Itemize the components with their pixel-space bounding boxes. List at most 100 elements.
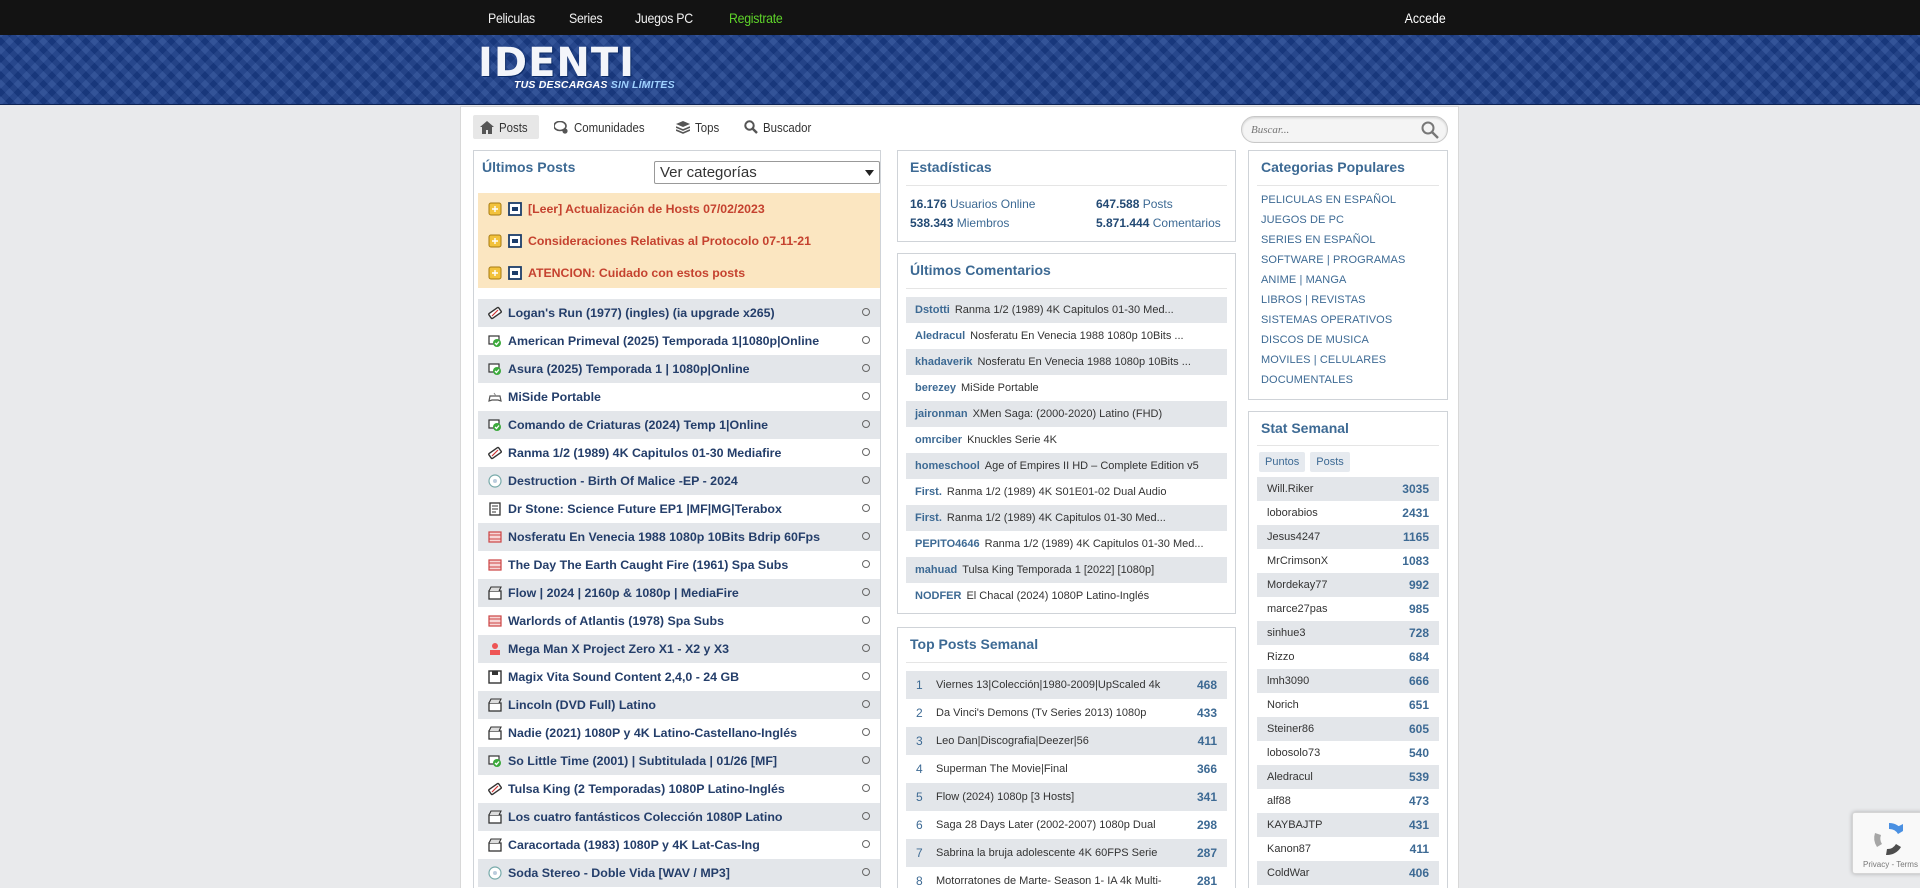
tab-posts-weekly[interactable]: Posts bbox=[1310, 452, 1350, 472]
comment-user[interactable]: berezey bbox=[915, 382, 956, 394]
top-post-row[interactable]: 6 Saga 28 Days Later (2002-2007) 1080p Du… bbox=[906, 811, 1227, 839]
weekly-user[interactable]: MrCrimsonX bbox=[1267, 555, 1328, 567]
post-row[interactable]: Los cuatro fantásticos Colección 1080P L… bbox=[478, 803, 880, 831]
weekly-user[interactable]: Jesus4247 bbox=[1267, 531, 1320, 543]
weekly-user[interactable]: Rizzo bbox=[1267, 651, 1295, 663]
weekly-user-row[interactable]: Aledracul 539 bbox=[1257, 765, 1439, 789]
comment-post[interactable]: Ranma 1/2 (1989) 4K Capitulos 01-30 Med.… bbox=[947, 512, 1166, 524]
weekly-user[interactable]: Norich bbox=[1267, 699, 1299, 711]
comment-user[interactable]: First. bbox=[915, 486, 942, 498]
weekly-user[interactable]: KAYBAJTP bbox=[1267, 819, 1322, 831]
post-title[interactable]: Comando de Criaturas (2024) Temp 1|Onlin… bbox=[508, 418, 848, 432]
comment-post[interactable]: Nosferatu En Venecia 1988 1080p 10Bits .… bbox=[970, 330, 1183, 342]
top-post-title[interactable]: Superman The Movie|Final Cut|1080p|Latin… bbox=[936, 762, 1164, 777]
weekly-user-row[interactable]: marce27pas 985 bbox=[1257, 597, 1439, 621]
top-post-title[interactable]: Saga 28 Days Later (2002-2007) 1080p Dua… bbox=[936, 818, 1164, 833]
sticky-post[interactable]: ATENCION: Cuidado con estos posts bbox=[478, 257, 880, 289]
weekly-user-row[interactable]: alf88 473 bbox=[1257, 789, 1439, 813]
post-row[interactable]: The Day The Earth Caught Fire (1961) Spa… bbox=[478, 551, 880, 579]
post-title[interactable]: Nosferatu En Venecia 1988 1080p 10Bits B… bbox=[508, 530, 848, 544]
post-title[interactable]: Asura (2025) Temporada 1 | 1080p|Online bbox=[508, 362, 848, 376]
top-post-row[interactable]: 2 Da Vinci's Demons (Tv Series 2013) 1080… bbox=[906, 699, 1227, 727]
post-title[interactable]: Warlords of Atlantis (1978) Spa Subs bbox=[508, 614, 848, 628]
comment-row[interactable]: PEPITO4646 Ranma 1/2 (1989) 4K Capitulos … bbox=[906, 531, 1227, 557]
comment-user[interactable]: PEPITO4646 bbox=[915, 538, 980, 550]
comment-post[interactable]: Tulsa King Temporada 1 [2022] [1080p] bbox=[962, 564, 1154, 576]
post-row[interactable]: Flow | 2024 | 2160p & 1080p | MediaFire bbox=[478, 579, 880, 607]
top-post-title[interactable]: Flow (2024) 1080p [3 Hosts] bbox=[936, 790, 1164, 805]
weekly-user[interactable]: ColdWar bbox=[1267, 867, 1309, 879]
category-link[interactable]: PELICULAS EN ESPAÑOL bbox=[1261, 194, 1405, 214]
nav-register[interactable]: Registrate bbox=[729, 10, 783, 26]
weekly-user[interactable]: Kanon87 bbox=[1267, 843, 1311, 855]
comment-row[interactable]: NODFER El Chacal (2024) 1080P Latino-Ingl… bbox=[906, 583, 1227, 609]
weekly-user-row[interactable]: ColdWar 406 bbox=[1257, 861, 1439, 885]
comment-post[interactable]: El Chacal (2024) 1080P Latino-Inglés bbox=[966, 590, 1149, 602]
recaptcha-links[interactable]: Privacy - Terms bbox=[1863, 860, 1918, 869]
post-title[interactable]: Destruction - Birth Of Malice -EP - 2024 bbox=[508, 474, 848, 488]
comment-row[interactable]: First. Ranma 1/2 (1989) 4K S01E01-02 Dual… bbox=[906, 479, 1227, 505]
comment-post[interactable]: MiSide Portable bbox=[961, 382, 1039, 394]
top-post-row[interactable]: 5 Flow (2024) 1080p [3 Hosts] 341 bbox=[906, 783, 1227, 811]
weekly-user[interactable]: lobosolo73 bbox=[1267, 747, 1320, 759]
comment-user[interactable]: khadaverik bbox=[915, 356, 972, 368]
post-title[interactable]: MiSide Portable bbox=[508, 390, 848, 404]
nav-peliculas[interactable]: Peliculas bbox=[488, 10, 535, 26]
weekly-user-row[interactable]: sinhue3 728 bbox=[1257, 621, 1439, 645]
comment-user[interactable]: Dstotti bbox=[915, 304, 950, 316]
comment-row[interactable]: Dstotti Ranma 1/2 (1989) 4K Capitulos 01-… bbox=[906, 297, 1227, 323]
weekly-user[interactable]: lmh3090 bbox=[1267, 675, 1309, 687]
post-row[interactable]: American Primeval (2025) Temporada 1|108… bbox=[478, 327, 880, 355]
weekly-user[interactable]: alf88 bbox=[1267, 795, 1291, 807]
weekly-user-row[interactable]: lobosolo73 540 bbox=[1257, 741, 1439, 765]
weekly-user[interactable]: marce27pas bbox=[1267, 603, 1328, 615]
post-row[interactable]: Lincoln (DVD Full) Latino bbox=[478, 691, 880, 719]
post-row[interactable]: Caracortada (1983) 1080P y 4K Lat-Cas-In… bbox=[478, 831, 880, 859]
search-input[interactable] bbox=[1251, 117, 1421, 142]
post-title[interactable]: Lincoln (DVD Full) Latino bbox=[508, 698, 848, 712]
post-row[interactable]: Nadie (2021) 1080P y 4K Latino-Castellan… bbox=[478, 719, 880, 747]
post-title[interactable]: Flow | 2024 | 2160p & 1080p | MediaFire bbox=[508, 586, 848, 600]
top-post-row[interactable]: 3 Leo Dan|Discografia|Deezer|56 Albumes|F… bbox=[906, 727, 1227, 755]
top-post-title[interactable]: Viernes 13|Colección|1980-2009|UpScaled … bbox=[936, 678, 1164, 693]
post-title[interactable]: American Primeval (2025) Temporada 1|108… bbox=[508, 334, 848, 348]
post-title[interactable]: Mega Man X Project Zero X1 - X2 y X3 bbox=[508, 642, 848, 656]
comment-post[interactable]: Knuckles Serie 4K bbox=[967, 434, 1057, 446]
tab-comunidades[interactable]: Comunidades bbox=[547, 115, 661, 139]
nav-series[interactable]: Series bbox=[569, 10, 603, 26]
category-link[interactable]: LIBROS | REVISTAS bbox=[1261, 294, 1405, 314]
post-row[interactable]: So Little Time (2001) | Subtitulada | 01… bbox=[478, 747, 880, 775]
category-select[interactable]: Ver categorías bbox=[654, 161, 880, 184]
top-post-title[interactable]: Da Vinci's Demons (Tv Series 2013) 1080p… bbox=[936, 706, 1164, 721]
nav-juegos-pc[interactable]: Juegos PC bbox=[635, 10, 693, 26]
comment-post[interactable]: XMen Saga: (2000-2020) Latino (FHD) bbox=[973, 408, 1163, 420]
recaptcha-badge[interactable]: Privacy - Terms bbox=[1852, 812, 1920, 874]
top-post-title[interactable]: Leo Dan|Discografia|Deezer|56 Albumes|FL… bbox=[936, 734, 1164, 749]
category-link[interactable]: DOCUMENTALES bbox=[1261, 374, 1405, 394]
category-link[interactable]: JUEGOS DE PC bbox=[1261, 214, 1405, 234]
category-link[interactable]: SOFTWARE | PROGRAMAS bbox=[1261, 254, 1405, 274]
comment-post[interactable]: Ranma 1/2 (1989) 4K Capitulos 01-30 Med.… bbox=[985, 538, 1204, 550]
sticky-title[interactable]: Consideraciones Relativas al Protocolo 0… bbox=[528, 234, 811, 248]
sticky-post[interactable]: Consideraciones Relativas al Protocolo 0… bbox=[478, 225, 880, 257]
post-row[interactable]: Soda Stereo - Doble Vida [WAV / MP3] bbox=[478, 859, 880, 887]
sticky-post[interactable]: [Leer] Actualización de Hosts 07/02/2023 bbox=[478, 193, 880, 225]
weekly-user[interactable]: Aledracul bbox=[1267, 771, 1313, 783]
weekly-user-row[interactable]: loborabios 2431 bbox=[1257, 501, 1439, 525]
post-row[interactable]: Asura (2025) Temporada 1 | 1080p|Online bbox=[478, 355, 880, 383]
weekly-user[interactable]: sinhue3 bbox=[1267, 627, 1306, 639]
post-title[interactable]: Dr Stone: Science Future EP1 |MF|MG|Tera… bbox=[508, 502, 848, 516]
comment-row[interactable]: omrciber Knuckles Serie 4K bbox=[906, 427, 1227, 453]
comment-post[interactable]: Ranma 1/2 (1989) 4K Capitulos 01-30 Med.… bbox=[955, 304, 1174, 316]
site-logo[interactable]: IDENTI TUS DESCARGAS SIN LÍMITES bbox=[478, 43, 678, 97]
sticky-title[interactable]: [Leer] Actualización de Hosts 07/02/2023 bbox=[528, 202, 765, 216]
weekly-user-row[interactable]: KAYBAJTP 431 bbox=[1257, 813, 1439, 837]
comment-post[interactable]: Nosferatu En Venecia 1988 1080p 10Bits .… bbox=[977, 356, 1190, 368]
post-title[interactable]: Tulsa King (2 Temporadas) 1080P Latino-I… bbox=[508, 782, 848, 796]
comment-row[interactable]: First. Ranma 1/2 (1989) 4K Capitulos 01-3… bbox=[906, 505, 1227, 531]
tab-buscador[interactable]: Buscador bbox=[737, 115, 825, 139]
comment-user[interactable]: First. bbox=[915, 512, 942, 524]
tab-puntos[interactable]: Puntos bbox=[1259, 452, 1306, 472]
tab-tops[interactable]: Tops bbox=[669, 115, 729, 139]
category-link[interactable]: SERIES EN ESPAÑOL bbox=[1261, 234, 1405, 254]
